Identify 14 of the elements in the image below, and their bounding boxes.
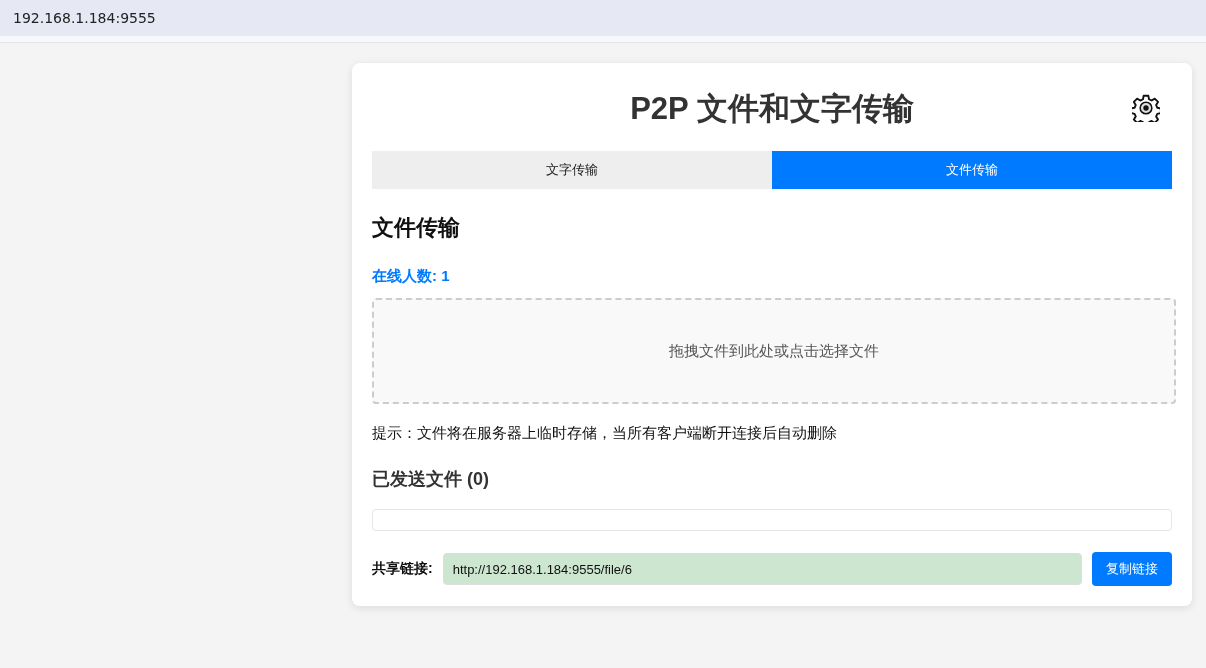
online-count: 在线人数: 1 <box>372 267 451 286</box>
copy-link-button[interactable]: 复制链接 <box>1092 552 1172 586</box>
share-link-field[interactable]: http://192.168.1.184:9555/file/6 <box>442 553 1082 585</box>
hint-text: 提示：文件将在服务器上临时存储，当所有客户端断开连接后自动删除 <box>372 424 838 443</box>
settings-icon[interactable] <box>1132 94 1160 122</box>
address-bar[interactable]: 192.168.1.184:9555 <box>0 0 1206 36</box>
share-link-label: 共享链接: <box>372 560 433 578</box>
tab[interactable]: 文件传输 <box>772 151 1172 189</box>
section-heading: 文件传输 <box>372 214 461 242</box>
tab[interactable]: 文字传输 <box>372 151 772 189</box>
url-text: 192.168.1.184:9555 <box>13 10 156 26</box>
sent-files-heading: 已发送文件 (0) <box>372 468 490 491</box>
file-drop-zone[interactable]: 拖拽文件到此处或点击选择文件 <box>372 298 1176 404</box>
app-title: P2P 文件和文字传输 <box>630 90 914 128</box>
